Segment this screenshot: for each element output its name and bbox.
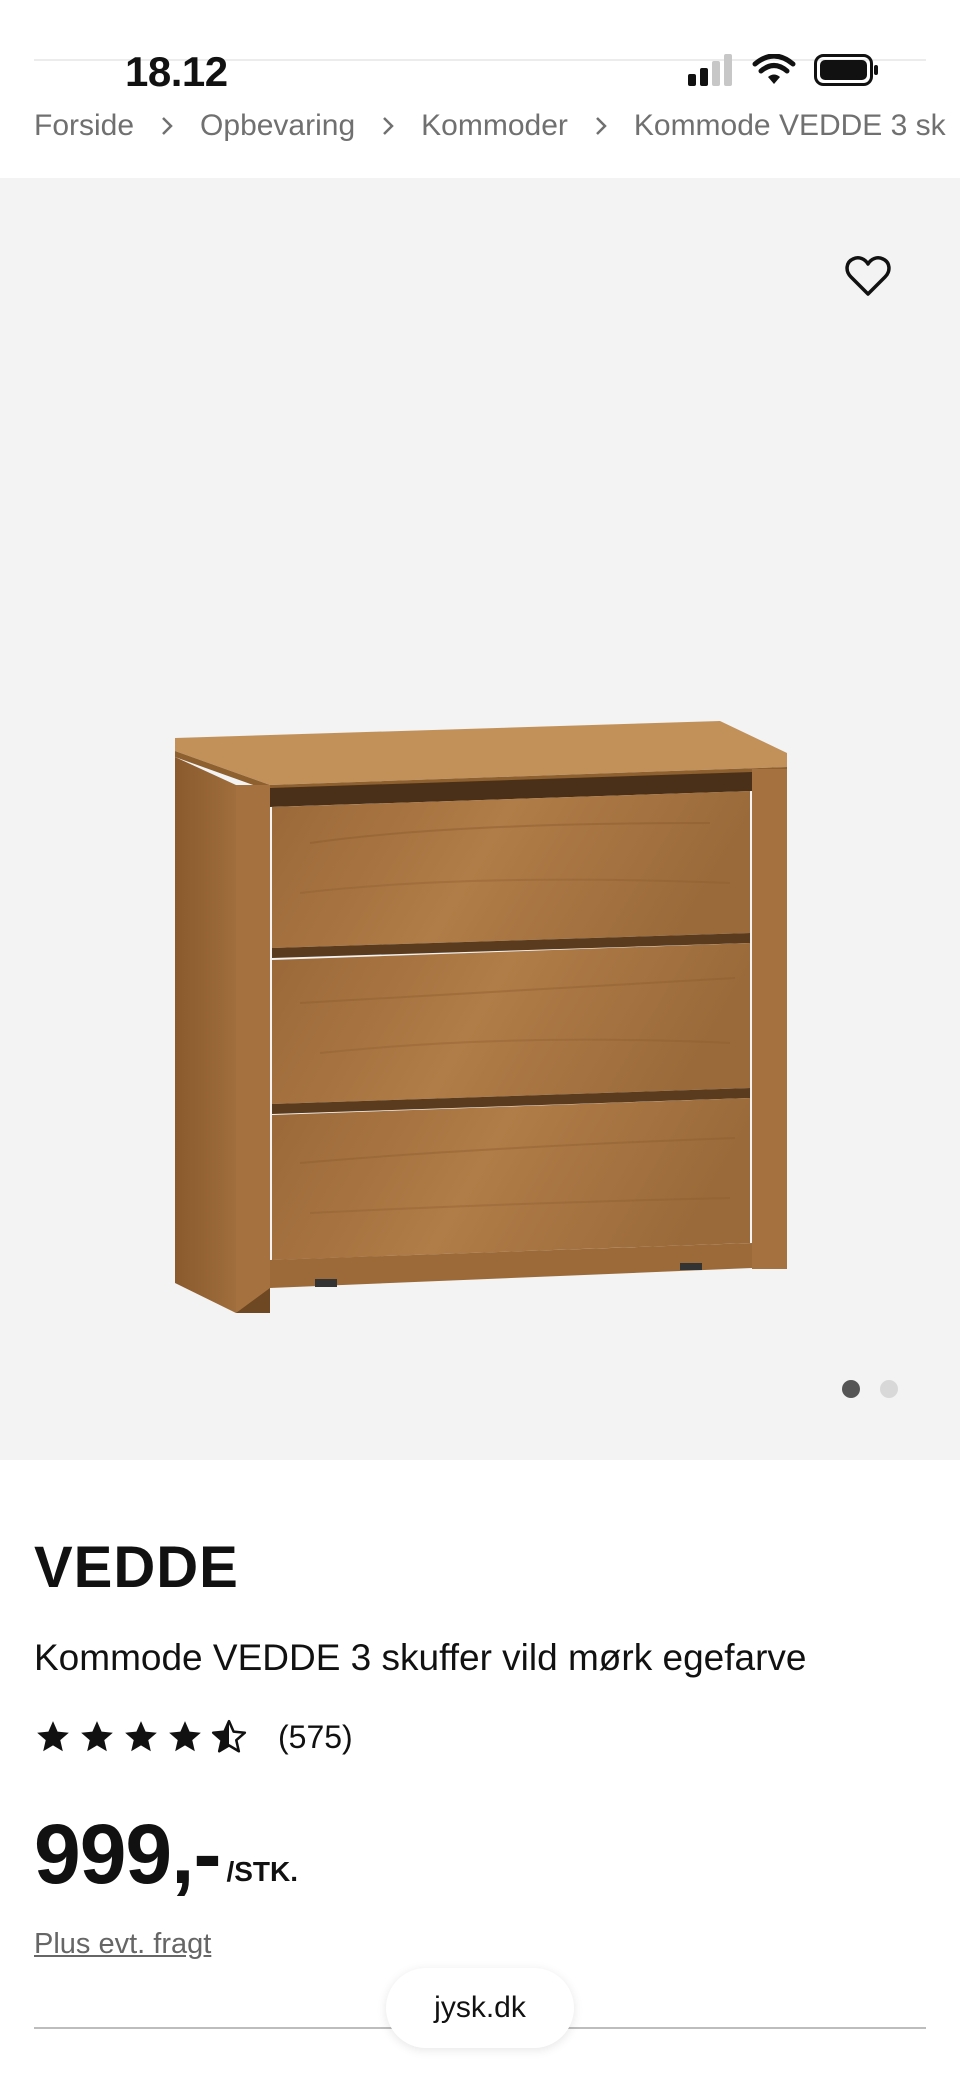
- product-price: 999,-: [34, 1807, 221, 1901]
- star-filled-icon: [37, 1721, 69, 1752]
- breadcrumb-item-opbevaring[interactable]: Opbevaring: [200, 109, 355, 143]
- breadcrumb: Forside Opbevaring Kommoder Kommode VEDD…: [34, 106, 960, 146]
- review-count[interactable]: (575): [278, 1719, 353, 1756]
- chevron-right-icon: [594, 115, 608, 137]
- shipping-info-link[interactable]: Plus evt. fragt: [34, 1928, 211, 1961]
- carousel-dot-1[interactable]: [842, 1380, 860, 1398]
- product-rating[interactable]: (575): [34, 1718, 353, 1756]
- wifi-icon: [752, 54, 796, 84]
- battery-icon: [814, 54, 878, 86]
- breadcrumb-item-forside[interactable]: Forside: [34, 109, 134, 143]
- star-filled-icon: [169, 1721, 201, 1752]
- breadcrumb-item-current[interactable]: Kommode VEDDE 3 sk: [634, 109, 946, 143]
- browser-address-bar[interactable]: jysk.dk: [386, 1968, 574, 2048]
- product-name: Kommode VEDDE 3 skuffer vild mørk egefar…: [34, 1637, 807, 1678]
- price-block: 999,- /STK.: [34, 1812, 298, 1896]
- rating-stars: [34, 1718, 248, 1756]
- product-gallery[interactable]: [0, 178, 960, 1460]
- signal-bars-icon: [688, 54, 732, 86]
- browser-url: jysk.dk: [434, 1991, 526, 2024]
- product-image[interactable]: [150, 523, 830, 1313]
- heart-outline-icon[interactable]: [842, 250, 894, 302]
- star-half-icon: [211, 1719, 247, 1753]
- product-brand: VEDDE: [34, 1535, 239, 1600]
- star-filled-icon: [81, 1721, 113, 1752]
- carousel-indicator: [842, 1380, 898, 1398]
- star-filled-icon: [125, 1721, 157, 1752]
- carousel-dot-2[interactable]: [880, 1380, 898, 1398]
- status-time: 18.12: [125, 48, 228, 95]
- breadcrumb-item-kommoder[interactable]: Kommoder: [421, 109, 568, 143]
- chevron-right-icon: [160, 115, 174, 137]
- price-unit: /STK.: [226, 1856, 299, 1887]
- status-icons: [688, 54, 880, 86]
- status-bar: 18.12: [0, 0, 960, 110]
- chevron-right-icon: [381, 115, 395, 137]
